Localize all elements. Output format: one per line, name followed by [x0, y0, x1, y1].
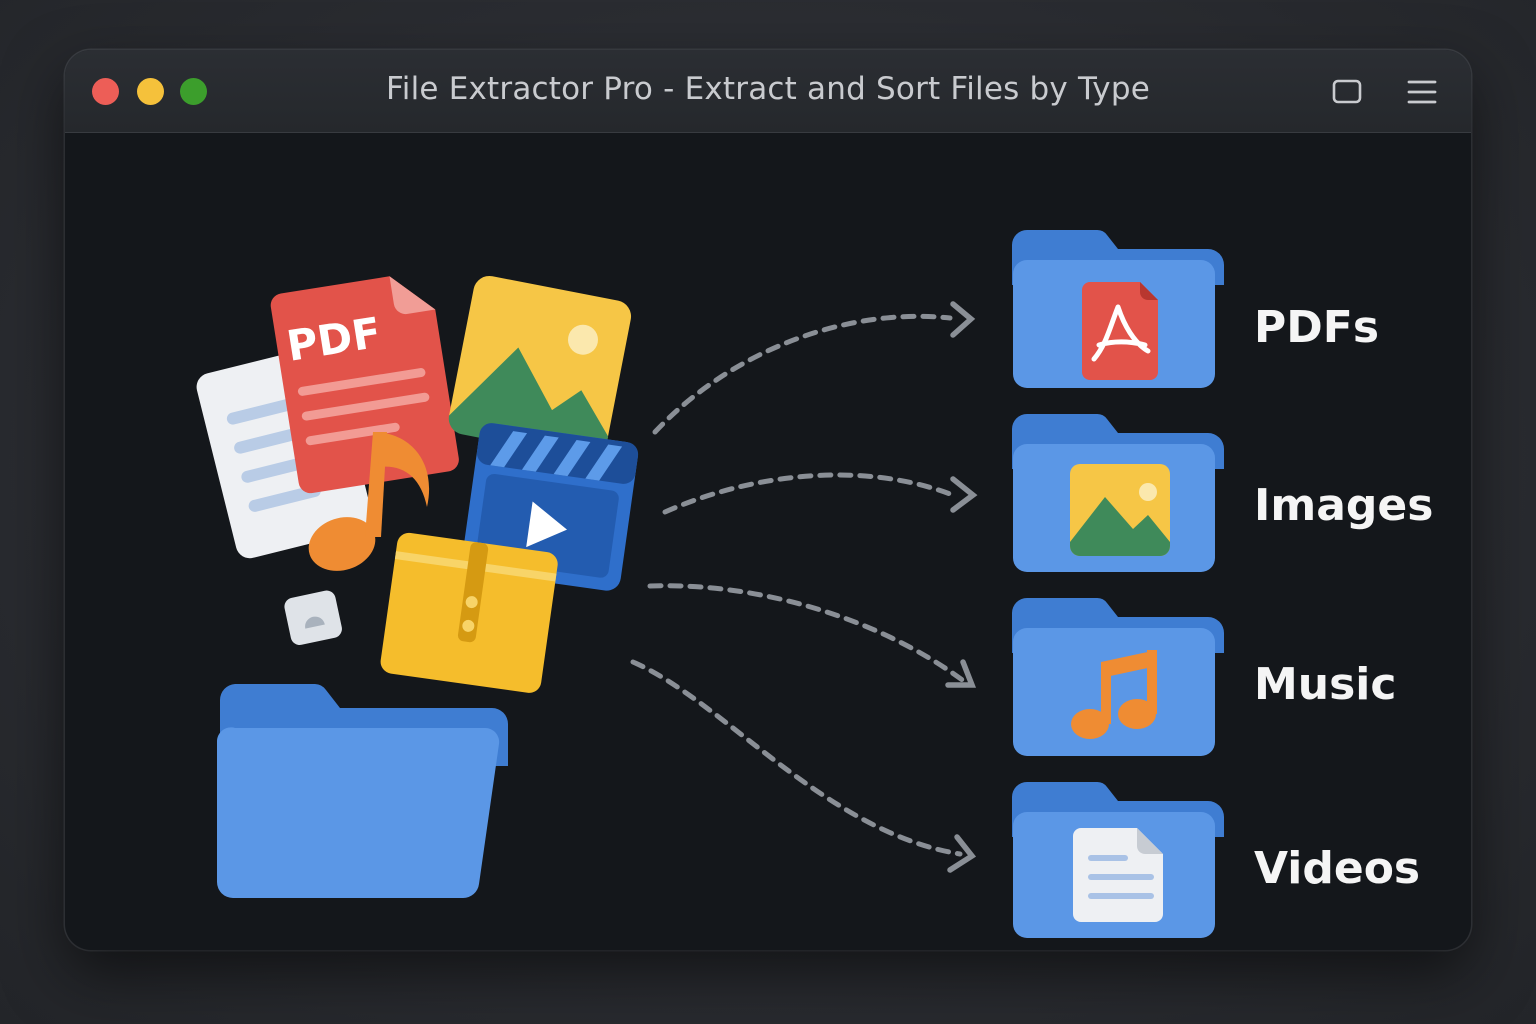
images-folder-icon[interactable]	[1012, 413, 1224, 572]
sort-arrows	[630, 301, 978, 873]
videos-folder-icon[interactable]	[1012, 781, 1224, 938]
pdf-file-icon: PDF	[270, 276, 459, 494]
pdfs-folder-icon[interactable]	[1012, 229, 1224, 388]
image-icon	[1070, 464, 1170, 556]
folder-label-pdfs: PDFs	[1254, 302, 1380, 353]
document-icon	[1073, 828, 1163, 922]
small-file-icon	[284, 590, 342, 645]
window-title: File Extractor Pro - Extract and Sort Fi…	[385, 71, 1150, 107]
source-folder-icon[interactable]	[216, 684, 508, 899]
music-folder-icon[interactable]	[1012, 597, 1224, 756]
folder-label-music: Music	[1254, 659, 1397, 710]
extraction-illustration: PDF PDFs Images Music Videos	[65, 132, 1471, 950]
window-toggle-icon[interactable]	[1327, 72, 1367, 112]
title-bar: File Extractor Pro - Extract and Sort Fi…	[65, 50, 1471, 133]
pdf-icon	[1082, 282, 1158, 380]
app-window: File Extractor Pro - Extract and Sort Fi…	[65, 50, 1471, 950]
menu-icon[interactable]	[1402, 72, 1442, 112]
folder-label-images: Images	[1254, 480, 1434, 531]
folder-label-videos: Videos	[1254, 843, 1421, 894]
zip-archive-icon	[380, 532, 558, 693]
